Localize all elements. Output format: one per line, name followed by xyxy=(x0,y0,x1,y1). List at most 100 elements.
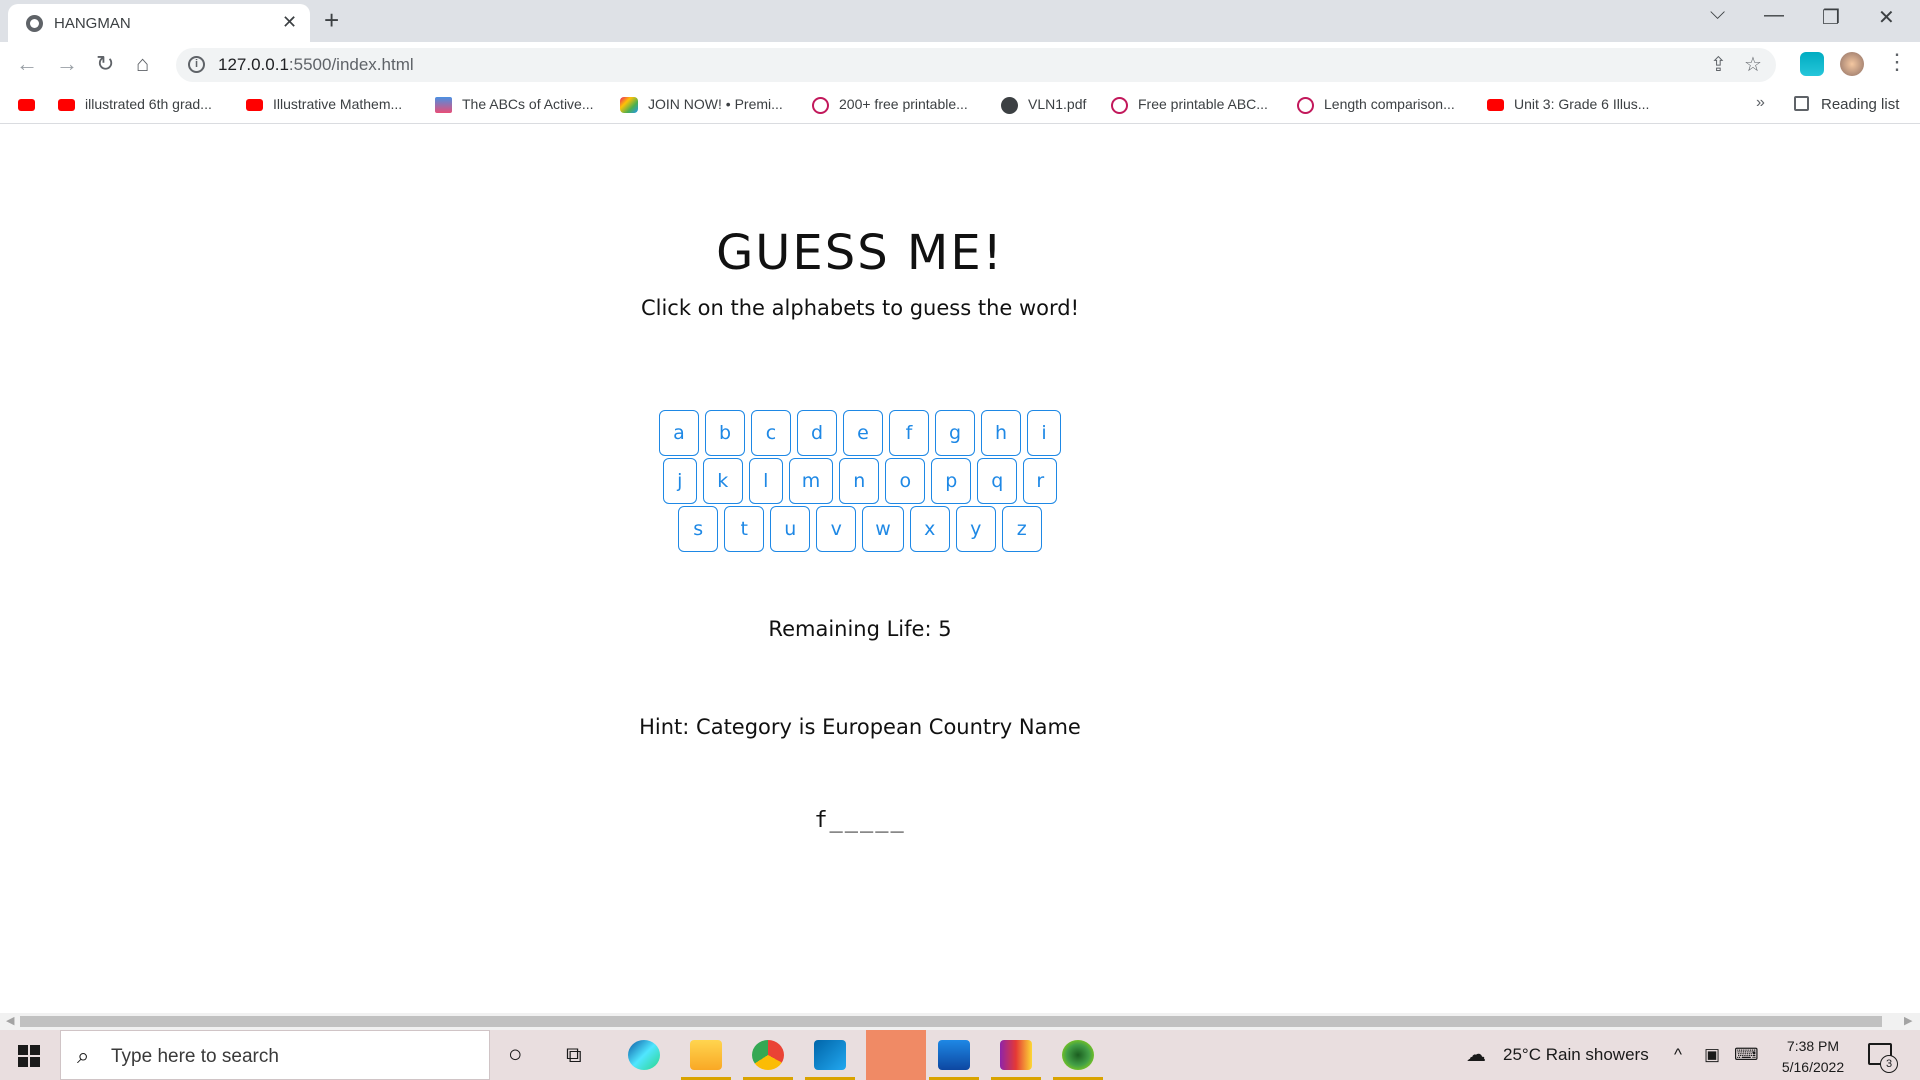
letter-key[interactable]: z xyxy=(1001,506,1042,552)
keyboard-icon[interactable]: ⌨ xyxy=(1734,1045,1759,1065)
letter-key[interactable]: o xyxy=(885,458,926,504)
bookmark-item[interactable]: The ABCs of Active... xyxy=(435,96,594,114)
edge-beta-icon[interactable] xyxy=(1062,1040,1094,1070)
letter-key[interactable]: m xyxy=(788,458,834,504)
letter-key[interactable]: h xyxy=(981,410,1021,456)
bookmark-item[interactable]: Length comparison... xyxy=(1297,96,1455,114)
reading-list-button[interactable]: Reading list xyxy=(1794,96,1899,113)
forward-arrow-icon[interactable]: → xyxy=(56,51,78,77)
scroll-left-arrow-icon[interactable]: ◀ xyxy=(6,1014,14,1027)
letter-key[interactable]: v xyxy=(816,506,857,552)
letter-key[interactable]: f xyxy=(889,410,929,456)
letter-key[interactable]: n xyxy=(839,458,880,504)
bookmark-item[interactable]: JOIN NOW! • Premi... xyxy=(620,96,783,114)
network-icon[interactable]: ▣ xyxy=(1704,1045,1720,1065)
weather-text[interactable]: 25°C Rain showers xyxy=(1503,1045,1649,1065)
tab-strip: HANGMAN ✕ + ⌵ — ❐ ✕ xyxy=(0,0,1920,42)
letter-key[interactable]: j xyxy=(662,458,697,504)
letter-key[interactable]: i xyxy=(1027,410,1061,456)
bookmark-youtube[interactable] xyxy=(18,96,45,112)
weather-icon[interactable]: ☁ xyxy=(1466,1042,1486,1067)
more-bookmarks-button[interactable]: » xyxy=(1756,94,1765,112)
letter-key[interactable]: a xyxy=(659,410,699,456)
letter-key[interactable]: e xyxy=(843,410,883,456)
photos-icon[interactable] xyxy=(938,1040,970,1070)
reading-list-icon xyxy=(1794,96,1809,111)
home-icon[interactable]: ⌂ xyxy=(136,51,149,77)
letter-key[interactable]: g xyxy=(935,410,975,456)
letter-key[interactable]: r xyxy=(1023,458,1058,504)
edge-icon[interactable] xyxy=(628,1040,660,1070)
letter-key[interactable]: q xyxy=(977,458,1018,504)
bookmark-label: The ABCs of Active... xyxy=(462,96,594,112)
bookmark-item[interactable]: illustrated 6th grad... xyxy=(58,96,212,112)
youtube-icon xyxy=(246,99,263,112)
tab-title: HANGMAN xyxy=(54,15,131,32)
bookmark-item[interactable]: Illustrative Mathem... xyxy=(246,96,402,112)
bookmark-item[interactable]: Free printable ABC... xyxy=(1111,96,1268,114)
tab-hangman[interactable]: HANGMAN ✕ xyxy=(8,4,310,42)
word-display: f_____ xyxy=(814,808,906,833)
bookmark-star-icon[interactable]: ☆ xyxy=(1744,52,1762,77)
letter-key[interactable]: l xyxy=(748,458,783,504)
bookmarks-bar: illustrated 6th grad... Illustrative Mat… xyxy=(0,88,1920,124)
taskbar-search-box[interactable]: ⌕ Type here to search xyxy=(60,1030,490,1080)
letter-key[interactable]: u xyxy=(770,506,811,552)
remaining-life: Remaining Life: 5 xyxy=(768,617,952,641)
url-text[interactable]: 127.0.0.1:5500/index.html xyxy=(218,55,414,75)
keyboard-row-1: a b c d e f g h i xyxy=(0,410,1720,456)
letter-key[interactable]: y xyxy=(955,506,996,552)
letter-key[interactable]: t xyxy=(724,506,765,552)
extension-icon[interactable] xyxy=(1800,52,1824,76)
bookmark-item[interactable]: 200+ free printable... xyxy=(812,96,968,114)
back-arrow-icon[interactable]: ← xyxy=(16,51,38,77)
letter-key[interactable]: b xyxy=(705,410,745,456)
reload-icon[interactable]: ↻ xyxy=(96,51,114,77)
bookmark-label: illustrated 6th grad... xyxy=(85,96,212,112)
youtube-icon xyxy=(18,99,35,112)
keyboard-row-3: s t u v w x y z xyxy=(0,506,1720,552)
file-explorer-icon[interactable] xyxy=(690,1040,722,1070)
cortana-icon[interactable]: ○ xyxy=(508,1041,523,1069)
globe-icon xyxy=(1001,96,1018,114)
letter-key[interactable]: s xyxy=(678,506,719,552)
new-tab-button[interactable]: + xyxy=(324,5,339,36)
letter-key[interactable]: p xyxy=(931,458,972,504)
clock[interactable]: 7:38 PM 5/16/2022 xyxy=(1768,1036,1858,1078)
restore-button[interactable]: ❐ xyxy=(1822,5,1840,30)
bookmark-item[interactable]: Unit 3: Grade 6 Illus... xyxy=(1487,96,1649,112)
letter-key[interactable]: c xyxy=(751,410,791,456)
bookmark-label: Free printable ABC... xyxy=(1138,96,1268,112)
game-instructions: Click on the alphabets to guess the word… xyxy=(640,296,1080,320)
bookmark-item[interactable]: VLN1.pdf xyxy=(1001,96,1086,114)
discord-icon[interactable] xyxy=(866,1030,926,1080)
winrar-icon[interactable] xyxy=(1000,1040,1032,1070)
address-bar[interactable]: i 127.0.0.1:5500/index.html ⇪ ☆ xyxy=(176,48,1776,82)
letter-key[interactable]: x xyxy=(909,506,950,552)
letter-key[interactable]: k xyxy=(702,458,743,504)
task-view-icon[interactable]: ⧉ xyxy=(566,1042,582,1068)
share-icon[interactable]: ⇪ xyxy=(1710,52,1727,77)
site-info-icon[interactable]: i xyxy=(188,56,205,73)
tab-search-chevron-icon[interactable]: ⌵ xyxy=(1710,2,1725,25)
show-hidden-icons-chevron-icon[interactable]: ^ xyxy=(1674,1045,1682,1065)
keyboard-row-2: j k l m n o p q r xyxy=(0,458,1720,504)
search-placeholder: Type here to search xyxy=(111,1046,279,1067)
profile-avatar[interactable] xyxy=(1840,52,1864,76)
letter-key[interactable]: d xyxy=(797,410,837,456)
scrollbar-thumb[interactable] xyxy=(20,1016,1882,1027)
minimize-button[interactable]: — xyxy=(1764,4,1784,27)
bookmark-label: JOIN NOW! • Premi... xyxy=(648,96,783,112)
horizontal-scrollbar[interactable]: ◀ ▶ xyxy=(0,1013,1920,1030)
vscode-icon[interactable] xyxy=(814,1040,846,1070)
letter-key[interactable]: w xyxy=(862,506,904,552)
windows-start-icon[interactable] xyxy=(18,1045,40,1067)
colorful-icon xyxy=(620,97,638,114)
circle-icon xyxy=(1111,96,1128,114)
chrome-icon[interactable] xyxy=(752,1040,784,1070)
close-tab-icon[interactable]: ✕ xyxy=(282,12,297,33)
close-window-button[interactable]: ✕ xyxy=(1878,5,1895,30)
menu-kebab-icon[interactable]: ⋮ xyxy=(1886,49,1908,75)
game-title: GUESS ME! xyxy=(716,225,1004,281)
scroll-right-arrow-icon[interactable]: ▶ xyxy=(1904,1014,1912,1027)
